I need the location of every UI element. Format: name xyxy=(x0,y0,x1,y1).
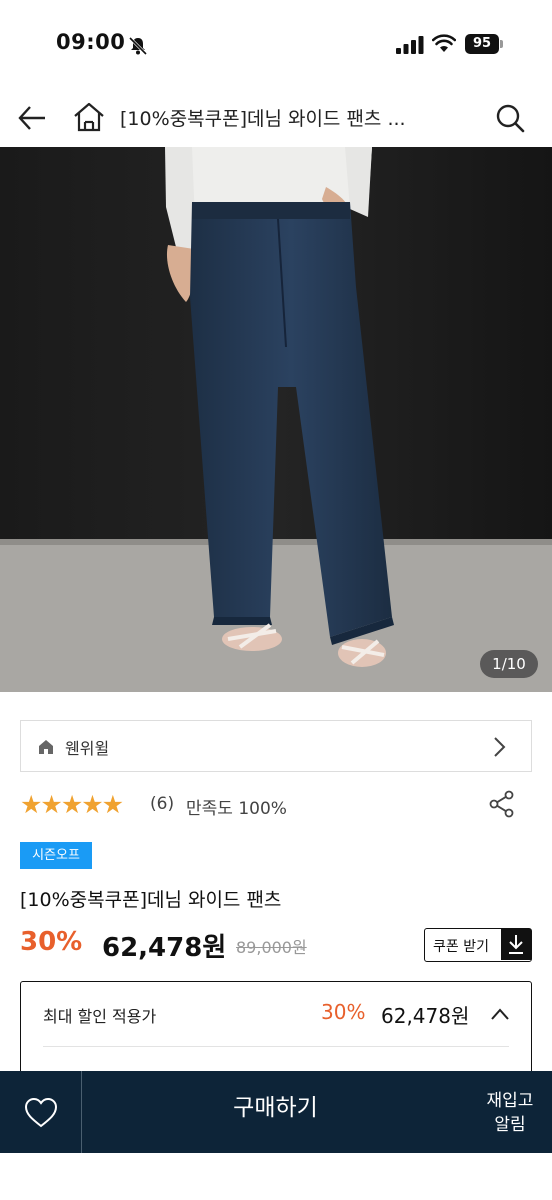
image-counter: 1/10 xyxy=(480,650,538,678)
discount-rate: 30% xyxy=(20,927,83,957)
battery-level: 95 xyxy=(465,34,499,54)
chevron-right-icon xyxy=(494,737,506,757)
max-discount-label: 최대 할인 적용가 xyxy=(43,1007,157,1026)
satisfaction-rate: 만족도 100% xyxy=(186,799,287,819)
rating-stars: ★★★★★ xyxy=(20,790,124,819)
coupon-button-label: 쿠폰 받기 xyxy=(433,939,489,955)
divider xyxy=(43,1046,509,1047)
heart-icon xyxy=(24,1097,58,1128)
restock-label-line2: 알림 xyxy=(494,1115,526,1135)
product-photo xyxy=(0,147,552,692)
original-price: 89,000원 xyxy=(236,938,307,957)
brand-store-link[interactable]: 웬위윌 xyxy=(20,720,532,772)
review-count[interactable]: (6) xyxy=(150,794,174,814)
wifi-icon xyxy=(432,34,456,52)
download-icon xyxy=(501,929,531,960)
season-off-badge: 시즌오프 xyxy=(20,842,92,869)
rating-row: ★★★★★ (6) 만족도 100% xyxy=(20,790,532,820)
signal-icon xyxy=(396,36,424,54)
status-bar: 09:00 95 xyxy=(0,0,552,92)
max-discount-price: 62,478원 xyxy=(381,1004,470,1028)
top-nav-header: [10%중복쿠폰]데님 와이드 팬츠 ... xyxy=(0,92,552,146)
max-discount-panel[interactable]: 최대 할인 적용가 30% 62,478원 xyxy=(20,981,532,1081)
battery-indicator: 95 xyxy=(465,34,503,54)
max-discount-rate: 30% xyxy=(321,1000,366,1024)
wishlist-button[interactable] xyxy=(0,1071,82,1153)
store-home-icon xyxy=(39,740,53,754)
header-title: [10%중복쿠폰]데님 와이드 팬츠 ... xyxy=(120,108,406,130)
restock-label-line1: 재입고 xyxy=(486,1091,534,1111)
buy-button[interactable]: 구매하기 xyxy=(83,1071,468,1153)
bell-muted-icon xyxy=(128,36,148,56)
brand-name: 웬위윌 xyxy=(65,739,110,758)
get-coupon-button[interactable]: 쿠폰 받기 xyxy=(424,928,532,962)
product-name: [10%중복쿠폰]데님 와이드 팬츠 xyxy=(20,889,282,911)
back-arrow-icon[interactable] xyxy=(16,102,48,134)
chevron-up-icon[interactable] xyxy=(489,1004,511,1024)
battery-tip xyxy=(500,40,503,48)
sale-price: 62,478원 xyxy=(102,933,227,963)
bottom-action-bar: 구매하기 재입고 알림 xyxy=(0,1071,552,1153)
share-icon[interactable] xyxy=(488,790,516,818)
home-icon[interactable] xyxy=(72,100,106,134)
search-icon[interactable] xyxy=(494,102,526,134)
price-row: 30% 62,478원 89,000원 쿠폰 받기 xyxy=(20,925,532,965)
restock-alert-button[interactable]: 재입고 알림 xyxy=(468,1071,552,1153)
product-image[interactable]: 1/10 xyxy=(0,147,552,692)
status-time: 09:00 xyxy=(56,30,126,54)
